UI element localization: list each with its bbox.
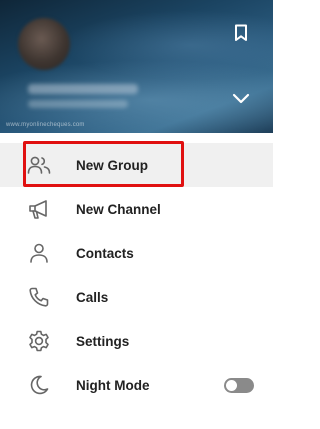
drawer-menu: New Group New Channel Contacts Calls Set… [0, 141, 273, 407]
menu-item-label: Calls [76, 289, 109, 305]
menu-item-new-group[interactable]: New Group [0, 141, 273, 187]
phone-icon [26, 285, 52, 309]
moon-icon [26, 373, 52, 397]
menu-item-new-channel[interactable]: New Channel [0, 187, 273, 231]
menu-item-label: Contacts [76, 245, 134, 261]
drawer-header: www.myonlinecheques.com [0, 0, 273, 133]
saved-messages-button[interactable] [228, 22, 254, 48]
avatar[interactable] [18, 18, 70, 70]
group-icon [26, 153, 52, 177]
menu-item-label: New Channel [76, 201, 161, 217]
menu-item-label: New Group [76, 157, 149, 173]
menu-item-night-mode[interactable]: Night Mode [0, 363, 273, 407]
account-phone-blurred [28, 100, 128, 108]
menu-item-label: Settings [76, 333, 130, 349]
menu-item-settings[interactable]: Settings [0, 319, 273, 363]
watermark: www.myonlinecheques.com [6, 122, 85, 128]
expand-accounts-button[interactable] [228, 88, 254, 114]
bookmark-icon [234, 24, 248, 47]
menu-item-calls[interactable]: Calls [0, 275, 273, 319]
gear-icon [26, 329, 52, 353]
person-icon [26, 241, 52, 265]
megaphone-icon [26, 197, 52, 221]
chevron-down-icon [232, 92, 250, 110]
menu-item-label: Night Mode [76, 377, 150, 393]
account-name-blurred [28, 84, 138, 94]
toggle-knob [226, 380, 237, 391]
night-mode-toggle[interactable] [224, 378, 254, 393]
menu-item-contacts[interactable]: Contacts [0, 231, 273, 275]
